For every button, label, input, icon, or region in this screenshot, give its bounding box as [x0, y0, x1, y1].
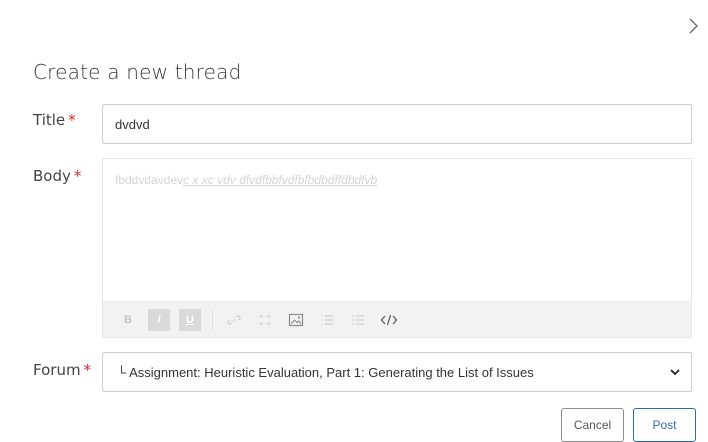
- body-text-plain: fbddvdavdev: [115, 173, 184, 187]
- link-icon[interactable]: [223, 309, 245, 331]
- body-label-text: Body: [33, 167, 71, 185]
- toolbar-divider: [212, 309, 213, 330]
- bold-icon[interactable]: B: [117, 309, 139, 331]
- forum-label: Forum *: [33, 361, 91, 379]
- forum-select[interactable]: └ Assignment: Heuristic Evaluation, Part…: [102, 352, 692, 392]
- forum-label-text: Forum: [33, 361, 81, 379]
- bulleted-list-icon[interactable]: [347, 309, 369, 331]
- unlink-icon[interactable]: [254, 309, 276, 331]
- title-label: Title *: [33, 111, 76, 129]
- required-marker: *: [73, 167, 82, 185]
- post-button[interactable]: Post: [633, 408, 696, 442]
- title-label-text: Title: [33, 111, 66, 129]
- title-input-value: dvdvd: [115, 116, 150, 132]
- dialog-title: Create a new thread: [33, 60, 242, 84]
- body-label: Body *: [33, 167, 81, 185]
- required-marker: *: [83, 361, 92, 379]
- required-marker: *: [68, 111, 76, 129]
- close-icon[interactable]: [686, 14, 702, 38]
- italic-label: I: [157, 313, 161, 326]
- numbered-list-icon[interactable]: [316, 309, 338, 331]
- italic-icon[interactable]: I: [148, 308, 170, 331]
- body-editor[interactable]: fbddvdavdevc x xc vdv dfvdfbbfvdfbfbdbdf…: [102, 158, 692, 338]
- title-input[interactable]: dvdvd: [102, 104, 692, 144]
- underline-label: U: [186, 313, 194, 326]
- body-text-formatted: c x xc vdv dfvdfbbfvdfbfbdbdffdbdfvb: [183, 173, 378, 187]
- body-editor-content[interactable]: fbddvdavdevc x xc vdv dfvdfbbfvdfbfbdbdf…: [115, 173, 377, 187]
- chevron-down-icon: [670, 369, 680, 376]
- cancel-button[interactable]: Cancel: [561, 408, 624, 442]
- image-icon[interactable]: [285, 309, 307, 331]
- code-icon[interactable]: [378, 309, 400, 331]
- bold-label: B: [124, 313, 132, 326]
- editor-toolbar: B I U: [103, 301, 691, 337]
- underline-icon[interactable]: U: [179, 308, 201, 331]
- forum-select-value: └ Assignment: Heuristic Evaluation, Part…: [117, 364, 534, 380]
